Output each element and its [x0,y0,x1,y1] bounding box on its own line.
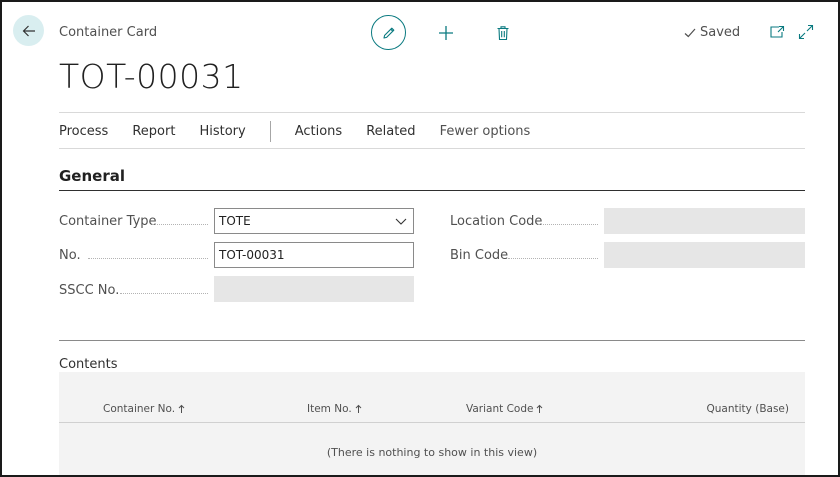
sscc-no-label: SSCC No. [59,283,120,298]
container-type-value: TOTE [219,214,251,228]
expand-icon [798,24,814,40]
column-header-label: Item No. [307,403,352,415]
bin-code-label: Bin Code [450,248,509,263]
sort-arrow-up-icon [355,404,362,413]
new-button[interactable] [434,21,458,45]
bin-code-field [604,242,805,268]
column-header-container-no[interactable]: Container No. [103,403,185,415]
column-header-label: Container No. [103,403,176,415]
field-leader [508,258,598,259]
field-leader [120,293,208,294]
contents-title: Contents [59,357,118,372]
no-field[interactable]: TOT-00031 [214,242,414,268]
general-section-divider [59,190,805,191]
delete-button[interactable] [491,21,515,45]
action-report[interactable]: Report [132,124,175,139]
save-status: Saved [684,25,740,40]
container-type-label: Container Type [59,214,157,229]
back-button[interactable] [13,15,44,46]
open-new-window-button[interactable] [767,22,787,42]
expand-button[interactable] [796,22,816,42]
sort-arrow-up-icon [178,404,185,413]
sscc-no-field [214,276,414,302]
action-history[interactable]: History [199,124,245,139]
edit-button[interactable] [371,15,406,50]
field-leader [538,224,598,225]
location-code-label: Location Code [450,214,543,229]
column-header-label: Quantity (Base) [706,403,789,415]
contents-grid: Container No. Item No. Variant Code Quan… [59,372,805,475]
general-section-title[interactable]: General [59,167,125,185]
page-caption: Container Card [59,25,158,40]
fewer-options-toggle[interactable]: Fewer options [440,124,531,139]
action-bar-bottom-divider [59,148,805,149]
action-process[interactable]: Process [59,124,108,139]
container-card-page: Container Card TOT-00031 Saved Process R… [0,0,840,477]
column-header-variant-code[interactable]: Variant Code [466,403,543,415]
column-header-label: Variant Code [466,403,534,415]
trash-icon [497,26,509,41]
chevron-down-icon [395,218,407,225]
sort-arrow-up-icon [537,404,543,413]
contents-divider [59,340,805,341]
arrow-left-icon [22,25,35,36]
contents-grid-header: Container No. Item No. Variant Code Quan… [59,372,805,423]
action-related[interactable]: Related [366,124,415,139]
page-title: TOT-00031 [59,57,244,96]
column-header-item-no[interactable]: Item No. [307,403,362,415]
container-type-select[interactable]: TOTE [214,208,414,234]
field-leader [88,258,208,259]
popout-icon [770,25,785,38]
action-bar-top-divider [59,112,805,113]
action-actions[interactable]: Actions [295,124,343,139]
action-separator [269,120,271,142]
plus-icon [439,26,453,40]
column-header-quantity-base[interactable]: Quantity (Base) [707,403,789,415]
field-leader [152,224,208,225]
action-bar: Process Report History Actions Related F… [59,114,554,148]
no-label: No. [59,248,81,263]
empty-grid-message: (There is nothing to show in this view) [326,446,538,459]
save-status-label: Saved [700,25,741,40]
pencil-icon [382,27,394,39]
checkmark-icon [684,28,696,37]
location-code-field [604,208,805,234]
